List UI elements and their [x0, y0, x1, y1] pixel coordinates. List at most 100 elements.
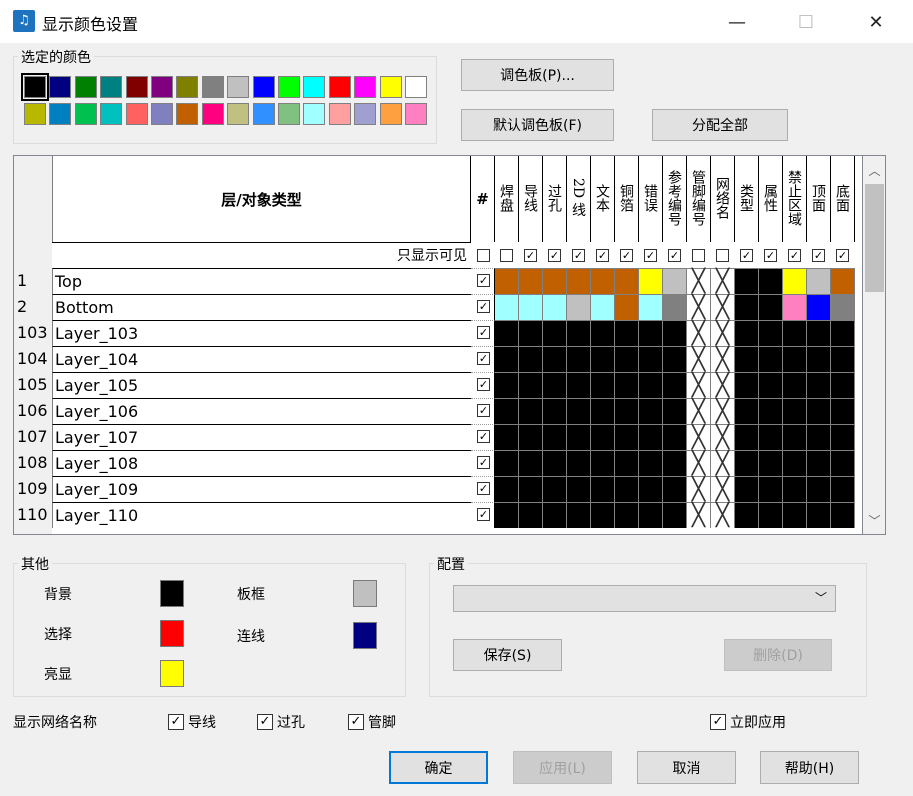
- color-cell[interactable]: [783, 294, 807, 320]
- color-cell[interactable]: [663, 502, 687, 528]
- palette-swatch[interactable]: [21, 73, 49, 101]
- color-cell[interactable]: [615, 398, 639, 424]
- palette-swatch[interactable]: [74, 103, 97, 125]
- column-header[interactable]: 文本: [591, 156, 615, 242]
- color-cell[interactable]: [567, 424, 591, 450]
- color-cell[interactable]: [615, 320, 639, 346]
- color-cell[interactable]: [639, 398, 663, 424]
- disabled-cell-icon[interactable]: ╳: [711, 268, 735, 294]
- column-visible-checkbox[interactable]: ✓: [764, 249, 777, 262]
- color-cell[interactable]: [519, 502, 543, 528]
- color-cell[interactable]: [519, 320, 543, 346]
- palette-swatch[interactable]: [405, 103, 427, 125]
- color-cell[interactable]: [591, 346, 615, 372]
- column-header[interactable]: 导线: [519, 156, 543, 242]
- color-cell[interactable]: [639, 502, 663, 528]
- color-cell[interactable]: [807, 294, 831, 320]
- column-visible-checkbox[interactable]: ✓: [620, 249, 633, 262]
- disabled-cell-icon[interactable]: ╳: [711, 424, 735, 450]
- disabled-cell-icon[interactable]: ╳: [687, 450, 711, 476]
- color-cell[interactable]: [663, 424, 687, 450]
- color-cell[interactable]: [567, 294, 591, 320]
- color-cell[interactable]: [615, 424, 639, 450]
- highlight-color-swatch[interactable]: [160, 660, 184, 687]
- disabled-cell-icon[interactable]: ╳: [687, 294, 711, 320]
- column-visible-checkbox[interactable]: ✓: [668, 249, 681, 262]
- palette-swatch[interactable]: [278, 103, 300, 125]
- color-cell[interactable]: [639, 450, 663, 476]
- color-cell[interactable]: [639, 268, 663, 294]
- layer-visible-checkbox[interactable]: ✓: [477, 430, 490, 443]
- color-cell[interactable]: [495, 320, 519, 346]
- layer-name[interactable]: Layer_108: [52, 450, 471, 476]
- palette-swatch[interactable]: [49, 76, 72, 98]
- color-cell[interactable]: [543, 346, 567, 372]
- palette-swatch[interactable]: [125, 103, 148, 125]
- palette-swatch[interactable]: [125, 76, 148, 98]
- color-cell[interactable]: [495, 502, 519, 528]
- color-cell[interactable]: [519, 476, 543, 502]
- delete-button[interactable]: 删除(D): [724, 639, 832, 671]
- color-cell[interactable]: [831, 320, 855, 346]
- color-cell[interactable]: [759, 502, 783, 528]
- palette-swatch[interactable]: [227, 76, 250, 98]
- color-cell[interactable]: [735, 424, 759, 450]
- color-cell[interactable]: [639, 294, 663, 320]
- color-cell[interactable]: [567, 450, 591, 476]
- column-visible-checkbox[interactable]: ✓: [644, 249, 657, 262]
- color-cell[interactable]: [567, 372, 591, 398]
- scroll-thumb[interactable]: [865, 184, 884, 292]
- disabled-cell-icon[interactable]: ╳: [711, 398, 735, 424]
- disabled-cell-icon[interactable]: ╳: [687, 268, 711, 294]
- layer-name[interactable]: Layer_104: [52, 346, 471, 372]
- column-header[interactable]: 2D 线: [567, 156, 591, 242]
- color-cell[interactable]: [831, 502, 855, 528]
- palette-swatch[interactable]: [176, 103, 199, 125]
- palette-swatch[interactable]: [151, 76, 173, 98]
- layer-visible-checkbox[interactable]: ✓: [477, 482, 490, 495]
- color-cell[interactable]: [759, 346, 783, 372]
- color-cell[interactable]: [543, 398, 567, 424]
- color-cell[interactable]: [759, 268, 783, 294]
- palette-swatch[interactable]: [100, 103, 123, 125]
- color-cell[interactable]: [567, 502, 591, 528]
- color-cell[interactable]: [831, 372, 855, 398]
- scroll-down-icon[interactable]: ﹀: [863, 508, 886, 532]
- layer-visible-checkbox[interactable]: ✓: [477, 326, 490, 339]
- layer-name[interactable]: Layer_103: [52, 320, 471, 346]
- color-cell[interactable]: [831, 476, 855, 502]
- color-cell[interactable]: [519, 372, 543, 398]
- palette-swatch[interactable]: [303, 103, 326, 125]
- column-header[interactable]: 禁止区域: [783, 156, 807, 242]
- layer-name[interactable]: Top: [52, 268, 471, 294]
- color-cell[interactable]: [735, 294, 759, 320]
- column-header[interactable]: 管脚编号: [687, 156, 711, 242]
- help-button[interactable]: 帮助(H): [760, 751, 859, 784]
- color-cell[interactable]: [759, 398, 783, 424]
- color-cell[interactable]: [615, 294, 639, 320]
- disabled-cell-icon[interactable]: ╳: [687, 346, 711, 372]
- color-cell[interactable]: [519, 398, 543, 424]
- color-cell[interactable]: [735, 372, 759, 398]
- cancel-button[interactable]: 取消: [637, 751, 736, 784]
- palette-swatch[interactable]: [201, 76, 224, 98]
- color-cell[interactable]: [639, 346, 663, 372]
- disabled-cell-icon[interactable]: ╳: [687, 502, 711, 528]
- disabled-cell-icon[interactable]: ╳: [711, 372, 735, 398]
- palette-swatch[interactable]: [227, 103, 250, 125]
- disabled-cell-icon[interactable]: ╳: [711, 476, 735, 502]
- color-cell[interactable]: [519, 294, 543, 320]
- palette-swatch[interactable]: [100, 76, 123, 98]
- ok-button[interactable]: 确定: [389, 751, 488, 784]
- apply-button[interactable]: 应用(L): [513, 751, 612, 784]
- color-cell[interactable]: [663, 476, 687, 502]
- palette-swatch[interactable]: [49, 103, 72, 125]
- color-cell[interactable]: [807, 372, 831, 398]
- color-cell[interactable]: [495, 372, 519, 398]
- default-palette-button[interactable]: 默认调色板(F): [461, 109, 614, 141]
- color-cell[interactable]: [495, 294, 519, 320]
- color-cell[interactable]: [783, 346, 807, 372]
- minimize-button[interactable]: —: [714, 0, 760, 44]
- layer-visible-checkbox[interactable]: ✓: [477, 300, 490, 313]
- color-cell[interactable]: [783, 476, 807, 502]
